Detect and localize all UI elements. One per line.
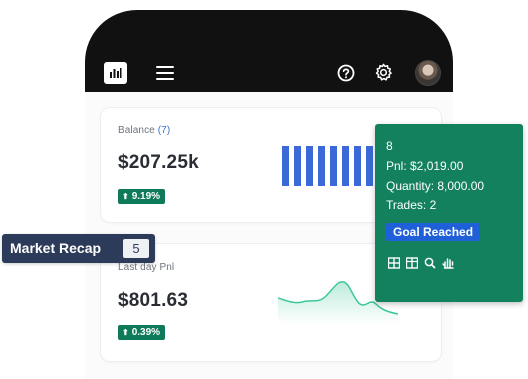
grid-icon[interactable] <box>405 256 419 269</box>
balance-value: $207.25k <box>118 152 199 173</box>
market-recap-label: Market Recap <box>10 240 102 256</box>
help-circle-icon[interactable] <box>337 64 355 87</box>
balance-bar <box>306 146 313 186</box>
arrow-up-icon: ⬆ <box>122 328 129 337</box>
pnl-change-value: 0.39% <box>131 327 161 338</box>
phone-header-bar <box>85 10 453 92</box>
arrow-up-icon: ⬆ <box>122 192 129 201</box>
user-avatar[interactable] <box>415 60 441 86</box>
gear-icon[interactable] <box>374 63 393 87</box>
table-icon[interactable] <box>387 256 401 269</box>
balance-bar <box>282 146 289 186</box>
pnl-change-badge: ⬆ 0.39% <box>118 325 166 340</box>
balance-bar-chart <box>282 146 373 186</box>
chart-logo-icon[interactable] <box>104 62 127 84</box>
hamburger-menu-icon[interactable] <box>156 66 174 80</box>
chart-tooltip: 8 Pnl: $2,019.00 Quantity: 8,000.00 Trad… <box>375 124 523 302</box>
balance-bar <box>330 146 337 186</box>
balance-label: Balance <box>118 125 155 136</box>
balance-change-badge: ⬆ 9.19% <box>118 189 166 204</box>
market-recap-chip[interactable]: Market Recap 5 <box>2 234 155 263</box>
pnl-label: Last day Pnl <box>118 262 175 273</box>
balance-label-row: Balance (7) <box>118 125 170 136</box>
goal-reached-badge: Goal Reached <box>386 223 481 241</box>
tooltip-quantity: Quantity: 8,000.00 <box>386 179 485 193</box>
balance-bar <box>318 146 325 186</box>
hand-icon[interactable] <box>442 256 454 269</box>
balance-count[interactable]: (7) <box>158 125 171 136</box>
market-recap-count: 5 <box>123 239 149 258</box>
balance-bar <box>366 146 373 186</box>
pnl-value: $801.63 <box>118 290 189 311</box>
balance-bar <box>342 146 349 186</box>
balance-change-value: 9.19% <box>131 191 161 202</box>
balance-bar <box>294 146 301 186</box>
zoom-icon[interactable] <box>424 256 436 269</box>
balance-bar <box>354 146 361 186</box>
tooltip-trades: Trades: 2 <box>386 198 437 212</box>
tooltip-pnl: Pnl: $2,019.00 <box>386 159 464 173</box>
tooltip-title: 8 <box>386 139 393 153</box>
